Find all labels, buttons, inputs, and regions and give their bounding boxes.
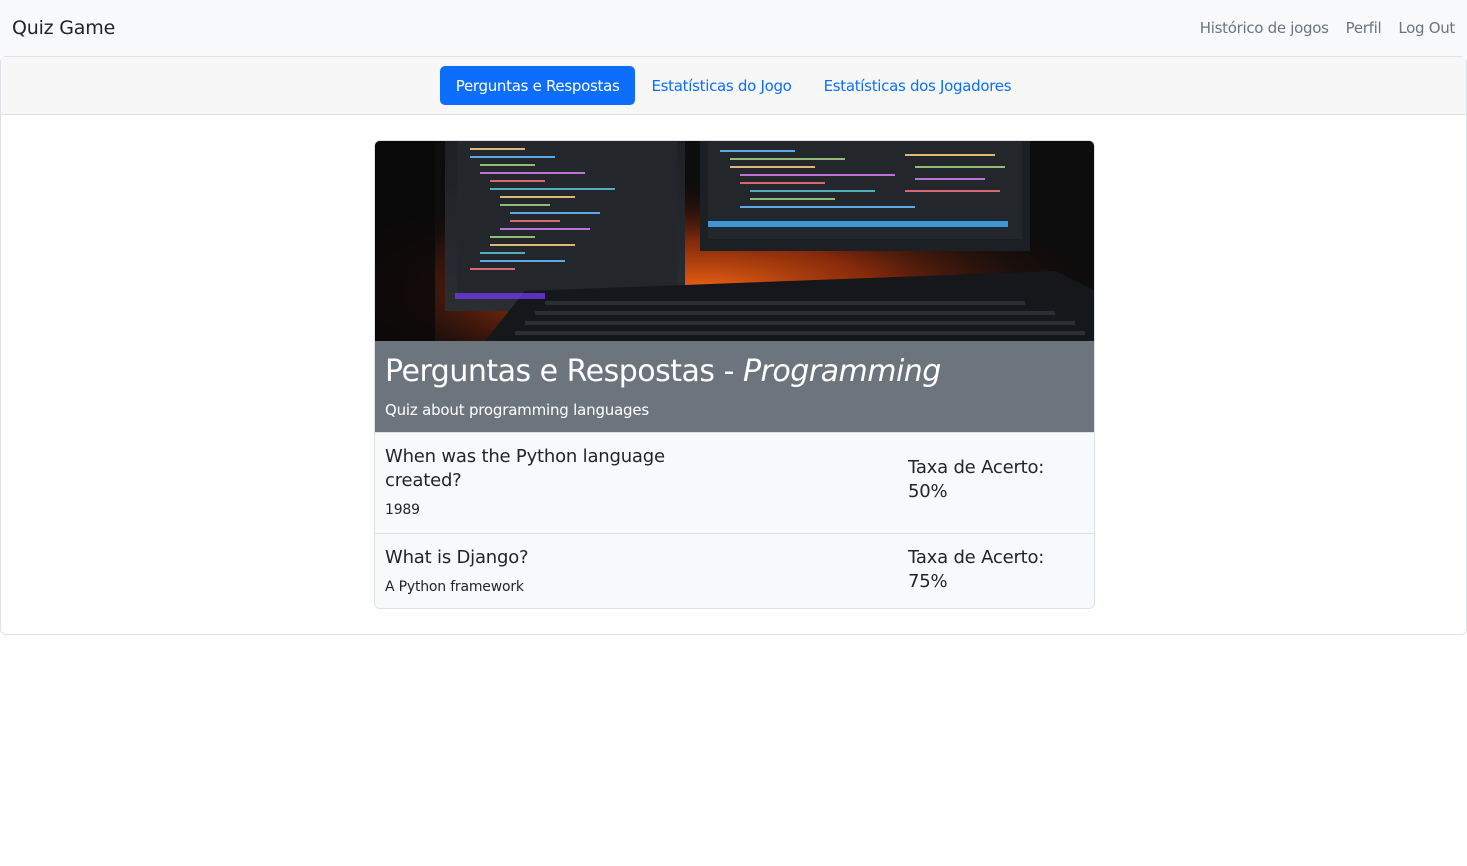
quiz-title-block: Perguntas e Respostas - Programming Quiz… [375, 341, 1094, 432]
quiz-card: Perguntas e Respostas - Programming Quiz… [374, 140, 1095, 609]
answer-text: A Python framework [385, 579, 524, 595]
tab-estatisticas-jogo[interactable]: Estatísticas do Jogo [635, 66, 807, 105]
quiz-title: Perguntas e Respostas - Programming [385, 353, 1084, 391]
question-text: When was the Python language created? [385, 446, 665, 491]
tab-estatisticas-jogadores[interactable]: Estatísticas dos Jogadores [808, 66, 1028, 105]
hit-rate: Taxa de Acerto: 50% [908, 457, 1045, 502]
top-navbar: Quiz Game Histórico de jogos Perfil Log … [0, 0, 1467, 56]
question-text: What is Django? [385, 547, 529, 568]
nav-link-historico[interactable]: Histórico de jogos [1200, 19, 1329, 37]
hit-rate: Taxa de Acerto: 75% [908, 547, 1045, 592]
nav-link-logout[interactable]: Log Out [1398, 19, 1455, 37]
quiz-title-prefix: Perguntas e Respostas - [385, 354, 743, 389]
main-card: Perguntas e Respostas Estatísticas do Jo… [0, 56, 1467, 635]
tab-perguntas-respostas[interactable]: Perguntas e Respostas [439, 66, 636, 105]
brand-link[interactable]: Quiz Game [12, 17, 115, 39]
question-row: What is Django? A Python framework Taxa … [375, 533, 1094, 608]
quiz-cover-image [375, 141, 1094, 341]
quiz-description: Quiz about programming languages [385, 401, 650, 419]
nav-links: Histórico de jogos Perfil Log Out [1200, 19, 1456, 37]
quiz-title-topic: Programming [742, 354, 941, 389]
tab-bar: Perguntas e Respostas Estatísticas do Jo… [1, 57, 1466, 115]
answer-text: 1989 [385, 502, 420, 518]
nav-link-perfil[interactable]: Perfil [1346, 19, 1382, 37]
question-row: When was the Python language created? 19… [375, 432, 1094, 533]
